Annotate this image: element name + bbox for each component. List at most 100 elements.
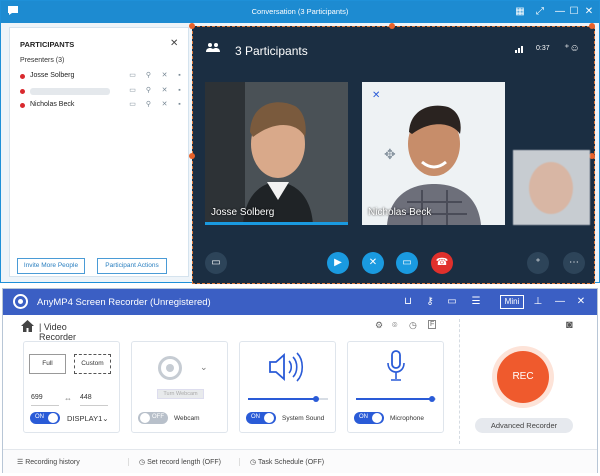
mouse-icon[interactable]: ⌾: [392, 320, 397, 331]
width-input[interactable]: 699: [31, 394, 59, 406]
screen-recorder-window: AnyMP4 Screen Recorder (Unregistered) ⊔ …: [2, 288, 598, 473]
hang-up-button[interactable]: ☎: [431, 252, 453, 274]
pin-icon[interactable]: ⊥: [531, 295, 545, 309]
camera-snapshot-icon[interactable]: ◙: [566, 319, 573, 331]
fps-icon[interactable]: F: [428, 320, 437, 329]
close-button[interactable]: ✕: [574, 295, 588, 309]
recording-history-label: Recording history: [25, 459, 80, 466]
system-volume-fill: [248, 398, 316, 400]
presenter-icon: ⚲: [145, 101, 152, 108]
webcam-icon: [158, 356, 182, 380]
key-icon[interactable]: ⚷: [423, 295, 437, 309]
recording-history-link[interactable]: ☰ Recording history: [17, 458, 80, 466]
toggle-knob: [264, 413, 274, 423]
video-tile-josse[interactable]: Josse Solberg: [205, 82, 348, 225]
home-icon[interactable]: [21, 320, 35, 332]
display-selector[interactable]: DISPLAY1⌄: [67, 414, 109, 423]
clock-icon[interactable]: ◷: [409, 320, 417, 331]
selection-handle[interactable]: [589, 23, 595, 29]
advanced-recorder-button[interactable]: Advanced Recorder: [475, 418, 573, 433]
task-schedule-label: Task Schedule (OFF): [257, 459, 325, 466]
close-panel-icon[interactable]: ✕: [170, 38, 178, 49]
turn-webcam-button[interactable]: Turn Webcam: [157, 389, 204, 399]
mute-mic-button[interactable]: ✕: [362, 252, 384, 274]
microphone-toggle[interactable]: ON: [354, 412, 384, 424]
minimize-button[interactable]: —: [553, 295, 567, 309]
rec-button[interactable]: REC: [497, 351, 549, 403]
menu-icon[interactable]: ☰: [469, 295, 483, 309]
more-options-button[interactable]: ⋯: [563, 252, 585, 274]
participants-panel: PARTICIPANTS ✕ Presenters (3) Josse Solb…: [9, 27, 189, 277]
participant-row[interactable]: Nicholas Beck ▭ ⚲ ✕ ▪: [20, 100, 185, 112]
skype-conversation-window: Conversation (3 Participants) ▦ ⤢ — ☐ ✕ …: [0, 0, 600, 284]
task-schedule-link[interactable]: ◷ Task Schedule (OFF): [239, 458, 324, 466]
move-icon[interactable]: ✥: [384, 146, 396, 163]
group-icon[interactable]: [205, 42, 221, 58]
microphone-icon: [386, 350, 406, 384]
share-screen-button[interactable]: ▭: [396, 252, 418, 274]
video-tile-nicholas[interactable]: ✕ ✥ Nicholas Beck: [362, 82, 505, 225]
link-ratio-icon[interactable]: ⇔: [64, 394, 72, 403]
active-speaker-bar: [205, 222, 348, 225]
add-participant-button[interactable]: ⁺: [527, 252, 549, 274]
participant-row[interactable]: Josse Solberg ▭ ⚲ ✕ ▪: [20, 71, 185, 83]
chevron-down-icon[interactable]: ⌄: [200, 362, 208, 373]
set-record-length-link[interactable]: ◷ Set record length (OFF): [128, 458, 221, 466]
presenter-icon: ⚲: [145, 72, 152, 79]
chat-icon: ▭: [129, 87, 136, 94]
custom-area-button[interactable]: Custom: [74, 354, 111, 374]
timer-icon: ◷: [139, 459, 148, 466]
tile-caption: Josse Solberg: [211, 207, 275, 218]
divider: [459, 319, 460, 444]
chat-icon[interactable]: ▭: [445, 295, 459, 309]
display-label: DISPLAY1: [67, 414, 103, 423]
height-input[interactable]: 448: [80, 394, 108, 406]
expand-icon[interactable]: ⤢: [533, 5, 547, 18]
add-person-icon[interactable]: ⁺☺: [564, 41, 580, 57]
area-toggle[interactable]: ON: [30, 412, 60, 424]
settings-gear-icon[interactable]: ⚙: [375, 320, 383, 331]
video-icon: ▪: [178, 72, 181, 79]
toggle-label: ON: [35, 414, 44, 420]
conversation-title: Conversation (3 Participants): [251, 7, 349, 16]
signal-strength-icon: [515, 44, 525, 53]
selection-handle[interactable]: [189, 23, 195, 29]
toggle-label: ON: [251, 414, 260, 420]
invite-more-people-button[interactable]: Invite More People: [17, 258, 85, 274]
camera-button[interactable]: ▶: [327, 252, 349, 274]
system-volume-knob[interactable]: [313, 396, 319, 402]
tile-caption: Nicholas Beck: [368, 207, 432, 218]
webcam-toggle[interactable]: OFF: [138, 412, 168, 424]
mic-volume-knob[interactable]: [429, 396, 435, 402]
participant-name: Josse Solberg: [30, 72, 75, 79]
muted-mic-icon: ✕: [372, 90, 381, 101]
system-sound-toggle[interactable]: ON: [246, 412, 276, 424]
participant-row[interactable]: ▭ ⚲ ✕ ▪: [20, 86, 185, 98]
recorder-logo-icon: [13, 294, 28, 309]
selection-handle[interactable]: [389, 23, 395, 29]
chat-button[interactable]: ▭: [205, 252, 227, 274]
cart-icon[interactable]: ⊔: [401, 295, 415, 309]
mini-mode-button[interactable]: Mini: [500, 295, 524, 309]
call-timer: 0:37: [536, 45, 550, 52]
video-tile-blurred[interactable]: [513, 150, 590, 225]
microphone-label: Microphone: [390, 415, 424, 422]
system-sound-label: System Sound: [282, 415, 325, 422]
full-screen-button[interactable]: Full: [29, 354, 66, 374]
maximize-button[interactable]: ☐: [567, 5, 581, 18]
presenter-icon: ⚲: [145, 87, 152, 94]
selection-handle[interactable]: [189, 153, 195, 159]
chat-icon: ▭: [129, 72, 136, 79]
toggle-knob: [140, 413, 150, 423]
layout-icon[interactable]: ▦: [513, 5, 527, 18]
video-icon: ▪: [178, 101, 181, 108]
minimize-button[interactable]: —: [553, 5, 567, 18]
participants-header: PARTICIPANTS: [20, 40, 75, 49]
mic-muted-icon: ✕: [161, 101, 168, 108]
recorder-titlebar: AnyMP4 Screen Recorder (Unregistered) ⊔ …: [3, 289, 597, 315]
participant-actions-button[interactable]: Participant Actions: [97, 258, 167, 274]
participants-count: 3 Participants: [235, 44, 308, 58]
presence-dot: [20, 74, 25, 79]
speaker-icon: [268, 352, 306, 384]
close-button[interactable]: ✕: [582, 5, 596, 18]
